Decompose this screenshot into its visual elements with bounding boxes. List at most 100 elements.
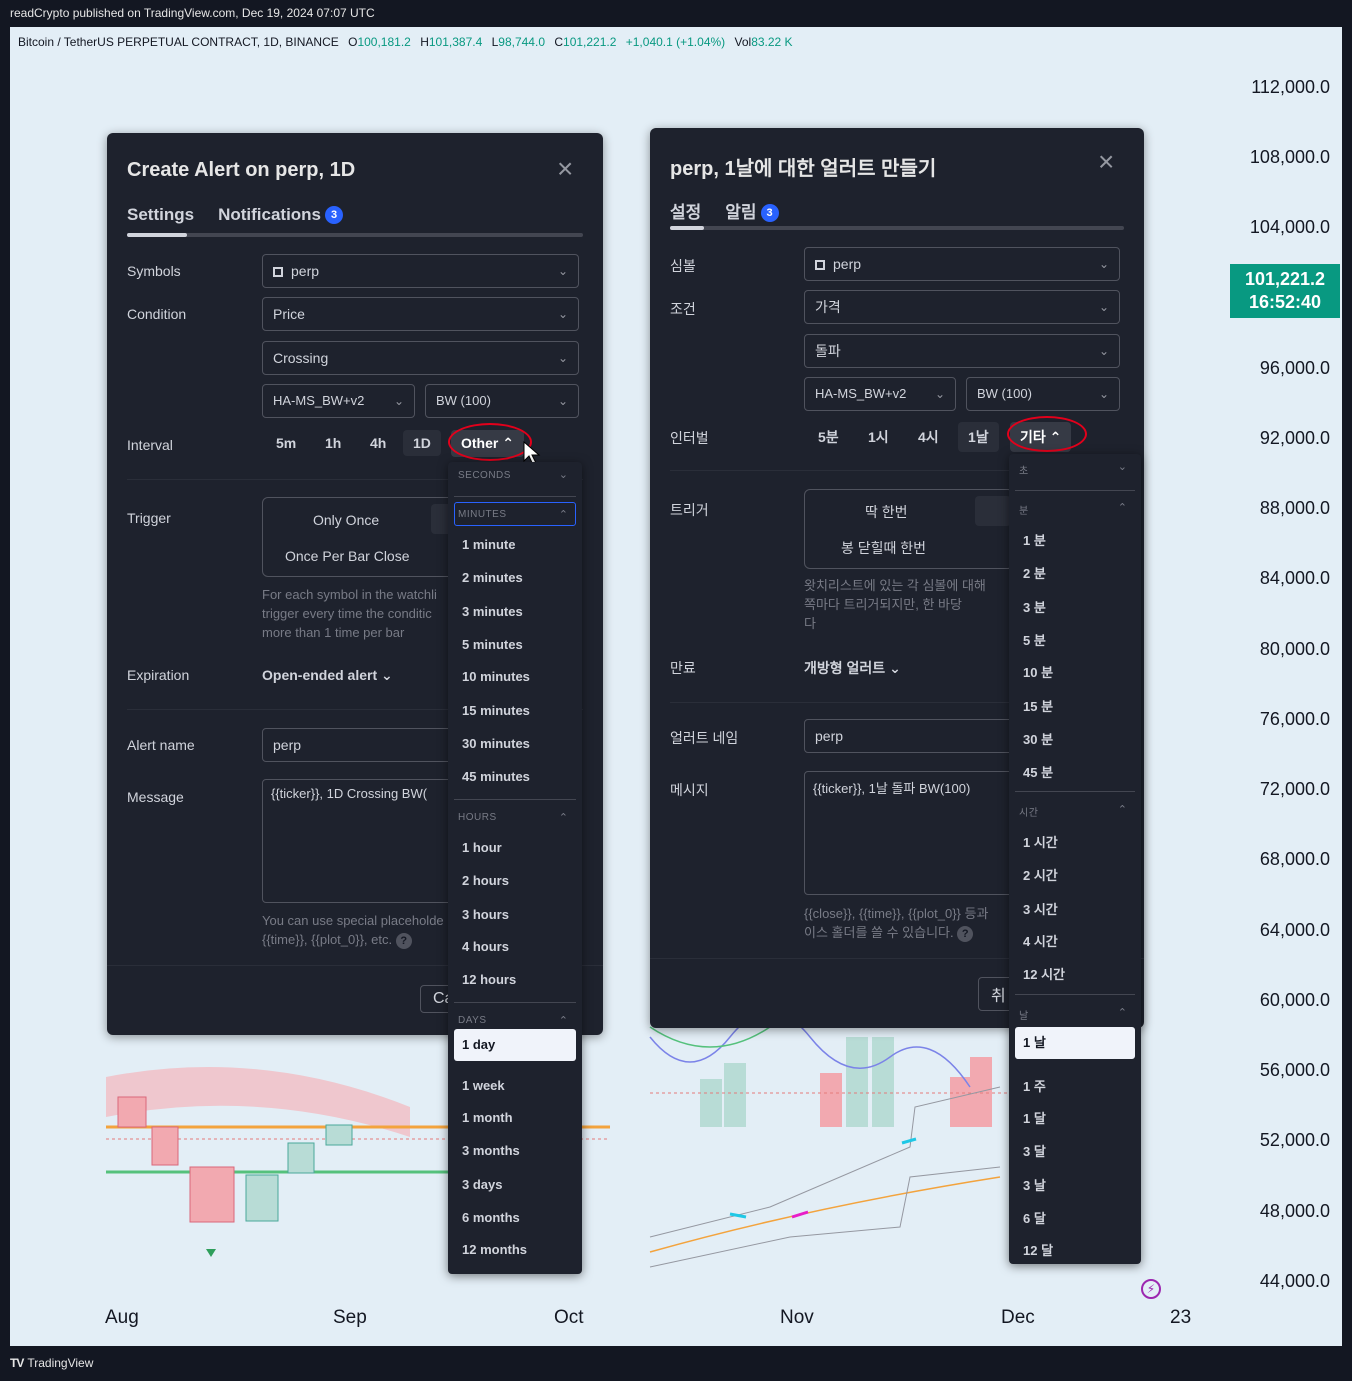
section-hours[interactable]: HOURS <box>458 812 497 823</box>
close-icon[interactable]: × <box>557 155 573 183</box>
time-axis[interactable]: Aug Sep Oct Nov Dec 23 <box>10 1307 1342 1337</box>
price-label: 104,000.0 <box>1249 217 1330 237</box>
price-scale[interactable]: 112,000.0 108,000.0 104,000.0 96,000.0 9… <box>1232 27 1342 1346</box>
lightning-icon[interactable]: ⚡ <box>1141 1279 1161 1299</box>
indicator-select[interactable]: HA-MS_BW+v2 ⌄ <box>804 377 956 411</box>
interval-option[interactable]: 4 hours <box>462 939 509 954</box>
interval-option[interactable]: 12 months <box>462 1242 527 1257</box>
trigger-once-per-bar-close[interactable]: Once Per Bar Close <box>285 548 410 564</box>
interval-option[interactable]: 6 months <box>462 1210 520 1225</box>
question-icon[interactable]: ? <box>957 926 974 942</box>
help-line: more than 1 time per bar <box>262 625 405 640</box>
interval-option[interactable]: 1 분 <box>1023 530 1046 549</box>
interval-option[interactable]: 3 분 <box>1023 597 1046 616</box>
interval-option[interactable]: 2 시간 <box>1023 865 1058 884</box>
operator-select[interactable]: 돌파 ⌄ <box>804 334 1120 368</box>
message-textarea[interactable]: {{ticker}}, 1D Crossing BW( <box>262 779 462 903</box>
interval-option[interactable]: 4 시간 <box>1023 931 1058 950</box>
interval-option[interactable]: 1 week <box>462 1078 505 1093</box>
interval-1h[interactable]: 1h <box>325 435 341 451</box>
interval-option[interactable]: 3 시간 <box>1023 899 1058 918</box>
interval-option[interactable]: 15 분 <box>1023 696 1053 715</box>
interval-1h[interactable]: 1시 <box>868 427 889 447</box>
trigger-once-per-bar-close[interactable]: 봉 닫힐때 한번 <box>841 538 926 558</box>
dialog-tabs: Settings Notifications 3 <box>127 205 344 225</box>
interval-option-selected[interactable]: 1 날 <box>1015 1027 1135 1059</box>
dialog-tabs: 설정 알림 3 <box>670 198 779 223</box>
alert-name-input[interactable]: perp <box>804 719 1014 753</box>
tab-notifications[interactable]: Notifications 3 <box>218 205 344 225</box>
section-seconds[interactable]: SECONDS <box>458 470 511 481</box>
interval-option[interactable]: 1 month <box>462 1110 513 1125</box>
section-days[interactable]: DAYS <box>458 1015 487 1026</box>
interval-option[interactable]: 15 minutes <box>462 703 530 718</box>
interval-option[interactable]: 10 minutes <box>462 669 530 684</box>
interval-option[interactable]: 45 분 <box>1023 762 1053 781</box>
message-textarea[interactable]: {{ticker}}, 1날 돌파 BW(100) <box>804 771 1014 895</box>
interval-4h[interactable]: 4h <box>370 435 386 451</box>
symbols-select[interactable]: perp ⌄ <box>262 254 579 288</box>
symbols-select[interactable]: perp ⌄ <box>804 247 1120 281</box>
interval-option[interactable]: 12 시간 <box>1023 964 1065 983</box>
plot-value: BW (100) <box>977 386 1032 401</box>
interval-option[interactable]: 2 minutes <box>462 570 523 585</box>
interval-option[interactable]: 2 분 <box>1023 563 1046 582</box>
interval-1d[interactable]: 1D <box>403 430 441 456</box>
plot-select[interactable]: BW (100) ⌄ <box>425 384 579 418</box>
interval-option[interactable]: 3 months <box>462 1143 520 1158</box>
expiration-value: 개방형 얼러트 <box>804 660 886 676</box>
section-hours[interactable]: 시간 <box>1019 804 1038 819</box>
interval-option[interactable]: 1 hour <box>462 840 502 855</box>
interval-option[interactable]: 3 minutes <box>462 604 523 619</box>
separator <box>454 799 576 800</box>
trigger-only-once[interactable]: 딱 한번 <box>865 502 908 522</box>
interval-4h[interactable]: 4시 <box>918 427 939 447</box>
interval-option[interactable]: 1 달 <box>1023 1108 1046 1127</box>
interval-option[interactable]: 45 minutes <box>462 769 530 784</box>
interval-option[interactable]: 1 주 <box>1023 1076 1046 1095</box>
tab-settings[interactable]: Settings <box>127 205 194 225</box>
tab-notifications[interactable]: 알림 3 <box>725 198 779 223</box>
expiration-select[interactable]: Open-ended alert ⌄ <box>262 667 393 684</box>
separator <box>1015 994 1135 995</box>
interval-option[interactable]: 3 달 <box>1023 1141 1046 1160</box>
interval-option[interactable]: 2 hours <box>462 873 509 888</box>
tab-settings[interactable]: 설정 <box>670 198 701 223</box>
condition-select[interactable]: 가격 ⌄ <box>804 290 1120 324</box>
interval-option[interactable]: 30 minutes <box>462 736 530 751</box>
interval-5m[interactable]: 5m <box>276 435 296 451</box>
close-icon[interactable]: × <box>1098 148 1114 176</box>
section-days[interactable]: 날 <box>1019 1007 1029 1022</box>
dialog-title: perp, 1날에 대한 얼러트 만들기 <box>670 158 937 180</box>
interval-option[interactable]: 6 달 <box>1023 1208 1046 1227</box>
interval-option[interactable]: 3 hours <box>462 907 509 922</box>
interval-option[interactable]: 5 분 <box>1023 630 1046 649</box>
interval-option[interactable]: 12 달 <box>1023 1240 1053 1259</box>
alert-name-input[interactable]: perp <box>262 728 462 762</box>
interval-option[interactable]: 1 minute <box>462 537 515 552</box>
symbols-label: Symbols <box>127 263 181 279</box>
interval-option[interactable]: 1 시간 <box>1023 832 1058 851</box>
trigger-only-once[interactable]: Only Once <box>313 512 379 528</box>
interval-option[interactable]: 30 분 <box>1023 729 1053 748</box>
chart-area[interactable]: Bitcoin / TetherUS PERPETUAL CONTRACT, 1… <box>10 27 1342 1346</box>
section-seconds[interactable]: 초 <box>1019 462 1029 477</box>
interval-option[interactable]: 3 날 <box>1023 1175 1046 1194</box>
section-minutes[interactable]: 분 <box>1019 502 1029 517</box>
interval-option[interactable]: 5 minutes <box>462 637 523 652</box>
interval-option-selected[interactable]: 1 day <box>454 1029 576 1061</box>
question-icon[interactable]: ? <box>395 933 412 949</box>
plot-select[interactable]: BW (100) ⌄ <box>966 377 1120 411</box>
interval-5m[interactable]: 5분 <box>818 427 839 447</box>
condition-select[interactable]: Price ⌄ <box>262 297 579 331</box>
operator-select[interactable]: Crossing ⌄ <box>262 341 579 375</box>
condition-label: 조건 <box>670 301 696 317</box>
tab-indicator <box>127 233 583 237</box>
interval-1d[interactable]: 1날 <box>958 422 999 452</box>
interval-option[interactable]: 10 분 <box>1023 662 1053 681</box>
indicator-select[interactable]: HA-MS_BW+v2 ⌄ <box>262 384 415 418</box>
interval-option[interactable]: 12 hours <box>462 972 516 987</box>
expiration-select[interactable]: 개방형 얼러트 ⌄ <box>804 658 901 678</box>
interval-option[interactable]: 3 days <box>462 1177 502 1192</box>
section-minutes[interactable]: MINUTES <box>458 509 507 520</box>
